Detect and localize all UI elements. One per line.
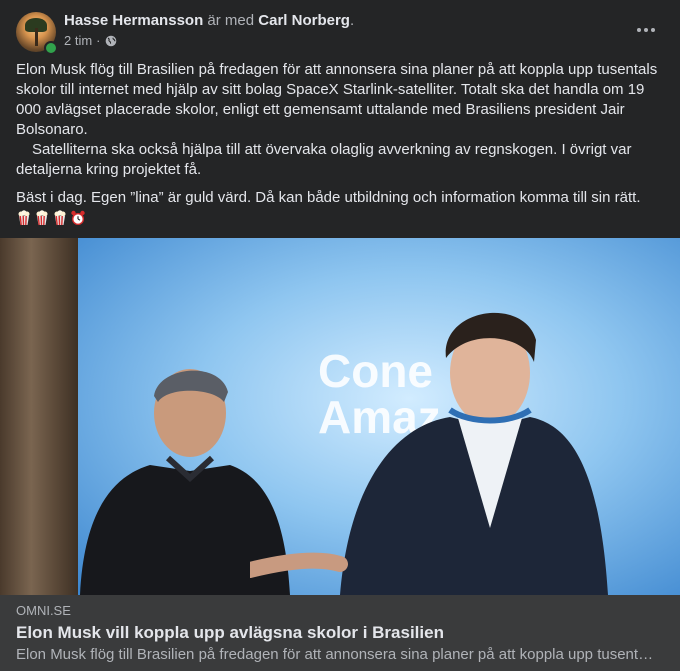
facebook-post: Hasse Hermansson är med Carl Norberg. 2 … <box>0 0 680 671</box>
palm-trunk-graphic <box>35 28 38 46</box>
post-paragraph-2: Satelliterna ska också hjälpa till att ö… <box>16 141 632 178</box>
alarm-clock-icon <box>71 210 85 225</box>
with-text: är med <box>207 12 255 29</box>
meta-separator: · <box>96 33 101 48</box>
popcorn-icon <box>18 210 30 226</box>
tagged-suffix: . <box>349 12 355 29</box>
post-header: Hasse Hermansson är med Carl Norberg. 2 … <box>0 0 680 58</box>
man-in-suit-graphic <box>250 312 608 595</box>
more-options-button[interactable] <box>628 14 664 46</box>
link-description: Elon Musk flög till Brasilien på fredage… <box>16 646 656 663</box>
tagged-name-link[interactable]: Carl Norberg <box>258 12 350 29</box>
link-preview-card[interactable]: OMNI.SE Elon Musk vill koppla upp avlägs… <box>0 595 680 671</box>
popcorn-icon <box>54 210 66 226</box>
link-title[interactable]: Elon Musk vill koppla upp avlägsna skolo… <box>16 623 444 643</box>
online-status-indicator <box>44 41 58 55</box>
post-text: Elon Musk flög till Brasilien på fredage… <box>16 60 664 228</box>
popcorn-icon <box>36 210 48 226</box>
author-name-link[interactable]: Hasse Hermansson <box>64 12 203 29</box>
more-horizontal-icon <box>637 28 655 32</box>
post-photo[interactable]: Cone Amaz <box>0 238 680 595</box>
post-paragraph-3: Bäst i dag. Egen ”lina” är guld värd. Då… <box>16 189 641 206</box>
post-paragraph-1: Elon Musk flög till Brasilien på fredage… <box>16 61 658 138</box>
link-domain: OMNI.SE <box>16 603 71 618</box>
post-meta: 2 tim · <box>64 33 117 48</box>
post-header-line: Hasse Hermansson är med Carl Norberg. <box>64 12 354 29</box>
emoji-row <box>16 210 664 228</box>
globe-icon[interactable] <box>105 35 117 47</box>
post-timestamp-link[interactable]: 2 tim <box>64 33 92 48</box>
